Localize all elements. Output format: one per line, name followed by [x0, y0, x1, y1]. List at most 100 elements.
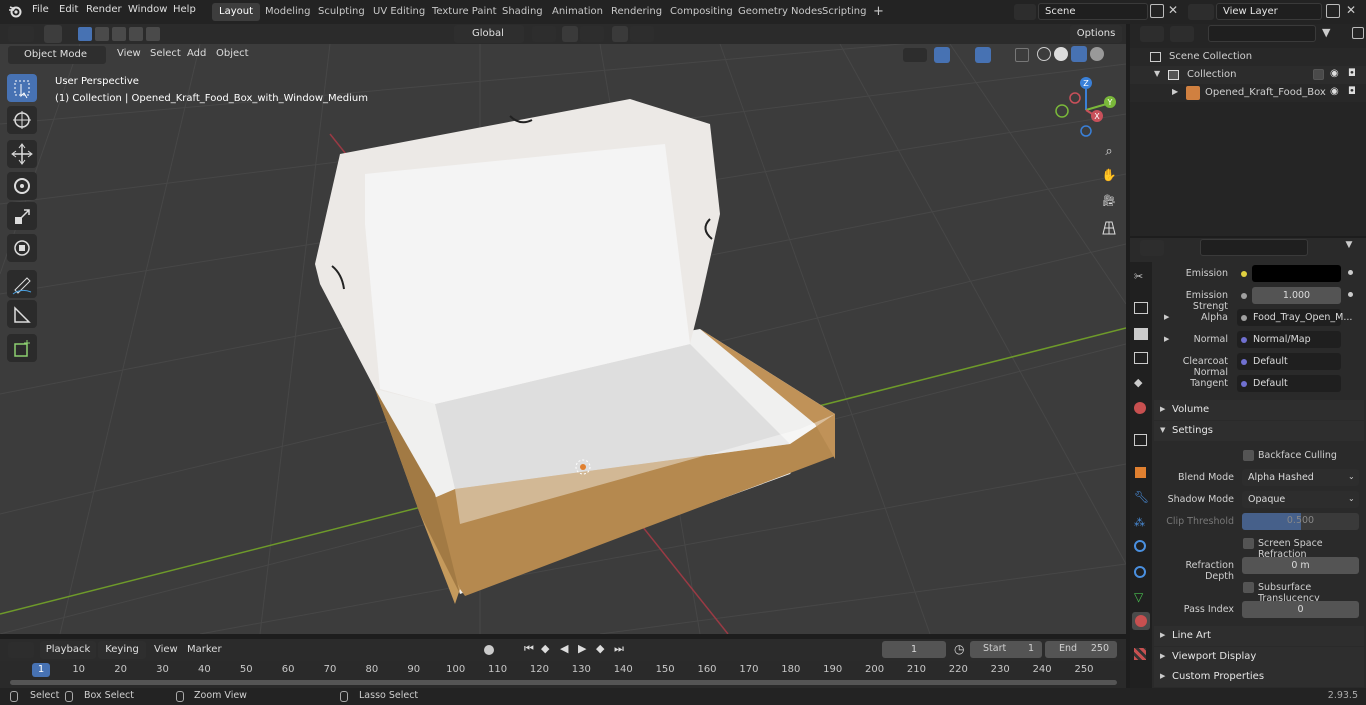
- line-art-panel-header[interactable]: ▶ Line Art: [1154, 626, 1364, 646]
- select-mode-invert-icon[interactable]: [129, 27, 143, 41]
- tab-scripting[interactable]: Scripting: [815, 3, 873, 21]
- perspective-toggle-icon[interactable]: [1100, 219, 1118, 237]
- outliner-row-object[interactable]: ▶ Opened_Kraft_Food_Box ◉ ◘: [1130, 84, 1366, 102]
- end-frame-field[interactable]: End 250: [1045, 641, 1117, 658]
- tab-shading[interactable]: Shading: [495, 3, 550, 21]
- eye-icon[interactable]: ◉: [1330, 68, 1339, 79]
- normal-link-field[interactable]: Normal/Map: [1237, 331, 1341, 348]
- delete-scene-icon[interactable]: ✕: [1168, 3, 1178, 17]
- overlay-toggle-icon[interactable]: [975, 47, 991, 63]
- clip-threshold-slider[interactable]: 0.500: [1242, 513, 1359, 530]
- camera-view-icon[interactable]: 🎥︎: [1100, 194, 1118, 212]
- prev-keyframe-icon[interactable]: ◆: [541, 642, 549, 655]
- gizmo-toggle-icon[interactable]: [934, 47, 950, 63]
- menu-file[interactable]: File: [32, 4, 49, 15]
- cursor-tool[interactable]: [7, 106, 37, 134]
- emission-color-swatch[interactable]: [1252, 265, 1341, 282]
- object-tab-icon[interactable]: [1135, 467, 1146, 478]
- tool-tab-icon[interactable]: ✂: [1134, 270, 1148, 284]
- outliner-row-collection[interactable]: ▼ Collection ◉ ◘: [1130, 66, 1366, 84]
- subsurface-translucency-checkbox[interactable]: [1243, 582, 1254, 593]
- emission-strength-field[interactable]: 1.000: [1252, 287, 1341, 304]
- tab-animation[interactable]: Animation: [545, 3, 610, 21]
- alpha-link-field[interactable]: Food_Tray_Open_M...: [1237, 309, 1352, 326]
- collection-exclude-checkbox[interactable]: [1313, 69, 1324, 80]
- clock-icon[interactable]: ◷: [954, 642, 964, 656]
- properties-editor-icon[interactable]: [1140, 240, 1164, 256]
- select-mode-extend-icon[interactable]: [95, 27, 109, 41]
- clearcoat-normal-field[interactable]: Default: [1237, 353, 1341, 370]
- transform-orientation-dropdown[interactable]: Global: [454, 25, 524, 43]
- timeline-view-menu[interactable]: View: [154, 644, 178, 655]
- add-cube-tool[interactable]: [7, 334, 37, 362]
- modifier-tab-icon[interactable]: 🔧︎: [1134, 490, 1149, 504]
- object-mode-dropdown[interactable]: Object Mode: [8, 46, 106, 64]
- refraction-depth-field[interactable]: 0 m: [1242, 557, 1359, 574]
- pan-hand-icon[interactable]: ✋: [1100, 168, 1118, 186]
- socket-gray-icon[interactable]: [1241, 293, 1247, 299]
- tab-texture-paint[interactable]: Texture Paint: [425, 3, 504, 21]
- camera-render-icon[interactable]: ◘: [1348, 86, 1356, 97]
- material-shading-icon[interactable]: [1071, 46, 1087, 62]
- particles-tab-icon[interactable]: ⁂: [1134, 516, 1148, 530]
- delete-view-layer-icon[interactable]: ✕: [1346, 3, 1356, 17]
- zoom-icon[interactable]: ⌕: [1100, 144, 1118, 162]
- editor-type-icon[interactable]: [8, 26, 34, 42]
- menu-window[interactable]: Window: [128, 4, 167, 15]
- jump-end-icon[interactable]: ⏭: [614, 642, 624, 656]
- current-frame-field[interactable]: 1: [882, 641, 946, 658]
- material-tab-icon[interactable]: [1132, 612, 1150, 630]
- outliner-editor-icon[interactable]: [1140, 26, 1164, 42]
- view-layer-icon[interactable]: [1188, 4, 1214, 20]
- keying-dropdown[interactable]: Keying: [98, 641, 146, 659]
- navigation-gizmo[interactable]: Z Y X: [1050, 74, 1124, 144]
- rotate-tool[interactable]: [7, 172, 37, 200]
- options-dropdown[interactable]: Options: [1070, 25, 1122, 43]
- tangent-field[interactable]: Default: [1237, 375, 1341, 392]
- menu-help[interactable]: Help: [173, 4, 196, 15]
- properties-search-input[interactable]: [1200, 239, 1308, 256]
- menu-object[interactable]: Object: [216, 48, 249, 59]
- select-mode-new-icon[interactable]: [78, 27, 92, 41]
- timeline-scrollbar[interactable]: [10, 680, 1117, 685]
- scene-name-field[interactable]: Scene: [1038, 3, 1148, 20]
- texture-tab-icon[interactable]: [1134, 648, 1146, 660]
- menu-select[interactable]: Select: [150, 48, 181, 59]
- expand-arrow-icon[interactable]: ▼: [1154, 69, 1160, 78]
- new-scene-icon[interactable]: [1150, 4, 1164, 18]
- settings-panel-header[interactable]: ▼ Settings: [1154, 421, 1364, 441]
- socket-yellow-icon[interactable]: [1241, 271, 1247, 277]
- screen-space-refraction-checkbox[interactable]: [1243, 538, 1254, 549]
- outliner-search-input[interactable]: [1208, 25, 1316, 42]
- tab-compositing[interactable]: Compositing: [663, 3, 740, 21]
- solid-shading-icon[interactable]: [1054, 47, 1068, 61]
- transform-tool[interactable]: [7, 234, 37, 262]
- select-tool-icon[interactable]: [44, 25, 62, 43]
- physics-tab-icon[interactable]: [1134, 540, 1146, 552]
- rendered-shading-icon[interactable]: [1090, 47, 1104, 61]
- move-tool[interactable]: [7, 140, 37, 168]
- filter-icon[interactable]: ▼: [1322, 26, 1348, 42]
- output-tab-icon[interactable]: [1134, 328, 1148, 340]
- proportional-edit-icon[interactable]: [612, 26, 628, 42]
- jump-start-icon[interactable]: ⏮: [524, 642, 534, 656]
- annotate-tool[interactable]: [7, 270, 37, 298]
- properties-options-icon[interactable]: ▼: [1340, 240, 1358, 256]
- tab-modeling[interactable]: Modeling: [258, 3, 318, 21]
- collection-tab-icon[interactable]: [1134, 434, 1147, 446]
- scale-tool[interactable]: [7, 202, 37, 230]
- kraft-box-model[interactable]: [315, 99, 835, 604]
- timeline-marker-menu[interactable]: Marker: [187, 644, 222, 655]
- data-tab-icon[interactable]: ▽: [1134, 590, 1148, 604]
- menu-view[interactable]: View: [117, 48, 141, 59]
- start-frame-field[interactable]: Start 1: [970, 641, 1042, 658]
- add-workspace-button[interactable]: +: [866, 3, 891, 21]
- select-box-tool[interactable]: [7, 74, 37, 102]
- visibility-icon[interactable]: [903, 48, 927, 62]
- menu-render[interactable]: Render: [86, 4, 122, 15]
- new-collection-icon[interactable]: [1352, 27, 1364, 39]
- snap-icon[interactable]: [562, 26, 578, 42]
- play-icon[interactable]: ▶: [578, 642, 586, 655]
- custom-properties-panel-header[interactable]: ▶ Custom Properties: [1154, 667, 1364, 687]
- play-reverse-icon[interactable]: ◀: [560, 642, 568, 655]
